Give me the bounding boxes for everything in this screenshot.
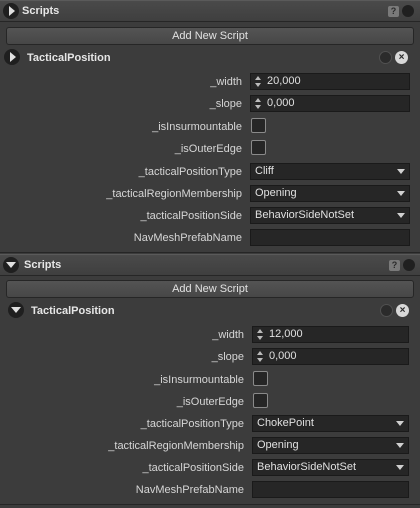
is-outer-edge-label: _isOuterEdge <box>174 143 242 155</box>
width-label: _width <box>210 76 242 88</box>
navmesh-prefab-name-input[interactable] <box>252 481 409 498</box>
add-new-script-button[interactable]: Add New Script <box>6 27 414 45</box>
is-outer-edge-checkbox[interactable] <box>253 393 268 408</box>
tactical-region-membership-label: _tacticalRegionMembership <box>108 440 244 452</box>
component-header[interactable]: TacticalPosition × <box>3 301 417 321</box>
width-input[interactable]: 12,000 <box>252 326 409 343</box>
triangle-right-icon <box>10 52 16 62</box>
is-outer-edge-checkbox[interactable] <box>251 140 266 155</box>
dropdown-arrow-icon <box>396 443 404 448</box>
slope-input[interactable]: 0,000 <box>252 348 409 365</box>
width-input[interactable]: 20,000 <box>250 73 410 90</box>
dropdown-arrow-icon <box>397 169 405 174</box>
stepper-icon[interactable] <box>257 350 263 363</box>
scripts-title: Scripts <box>22 5 60 17</box>
tactical-position-type-label: _tacticalPositionType <box>140 418 244 430</box>
collapse-toggle-button[interactable] <box>3 3 19 19</box>
triangle-down-icon <box>11 307 21 313</box>
is-insurmountable-label: _isInsurmountable <box>154 374 244 386</box>
triangle-down-icon <box>6 262 16 268</box>
component-collapse-button[interactable] <box>8 302 24 318</box>
tactical-position-side-select[interactable]: BehaviorSideNotSet <box>252 459 409 476</box>
panel-menu-icon[interactable] <box>402 5 414 17</box>
slope-label: _slope <box>211 351 244 363</box>
component-header[interactable]: TacticalPosition × <box>3 48 417 68</box>
tactical-position-type-select[interactable]: Cliff <box>250 163 410 180</box>
width-label: _width <box>212 329 244 341</box>
help-icon[interactable]: ? <box>388 6 399 17</box>
dropdown-arrow-icon <box>396 421 404 426</box>
triangle-right-icon <box>9 6 15 16</box>
dropdown-arrow-icon <box>397 191 405 196</box>
enable-toggle-icon[interactable] <box>380 304 393 317</box>
slope-label: _slope <box>209 98 242 110</box>
tactical-region-membership-label: _tacticalRegionMembership <box>106 188 242 200</box>
add-new-script-button[interactable]: Add New Script <box>6 280 414 298</box>
is-insurmountable-label: _isInsurmountable <box>152 121 242 133</box>
panel-divider <box>0 504 420 505</box>
tactical-position-side-label: _tacticalPositionSide <box>140 210 242 222</box>
help-icon[interactable]: ? <box>389 260 400 271</box>
tactical-position-side-select[interactable]: BehaviorSideNotSet <box>250 207 410 224</box>
dropdown-arrow-icon <box>396 465 404 470</box>
tactical-region-membership-select[interactable]: Opening <box>250 185 410 202</box>
component-title: TacticalPosition <box>27 52 111 64</box>
panel-divider <box>0 252 420 253</box>
close-icon[interactable]: × <box>395 51 408 64</box>
panel-menu-icon[interactable] <box>403 259 415 271</box>
slope-input[interactable]: 0,000 <box>250 95 410 112</box>
is-outer-edge-label: _isOuterEdge <box>176 396 244 408</box>
enable-toggle-icon[interactable] <box>379 51 392 64</box>
navmesh-prefab-name-label: NavMeshPrefabName <box>135 484 244 496</box>
stepper-icon[interactable] <box>257 328 263 341</box>
scripts-title: Scripts <box>24 259 62 271</box>
scripts-header[interactable]: Scripts ? <box>0 254 420 276</box>
component-title: TacticalPosition <box>31 305 115 317</box>
tactical-position-type-label: _tacticalPositionType <box>138 166 242 178</box>
is-insurmountable-checkbox[interactable] <box>251 118 266 133</box>
stepper-icon[interactable] <box>255 97 261 110</box>
dropdown-arrow-icon <box>397 213 405 218</box>
tactical-region-membership-select[interactable]: Opening <box>252 437 409 454</box>
scripts-header[interactable]: Scripts ? <box>0 0 420 22</box>
component-collapse-button[interactable] <box>4 49 20 65</box>
navmesh-prefab-name-input[interactable] <box>250 229 410 246</box>
tactical-position-type-select[interactable]: ChokePoint <box>252 415 409 432</box>
is-insurmountable-checkbox[interactable] <box>253 371 268 386</box>
close-icon[interactable]: × <box>396 304 409 317</box>
collapse-toggle-button[interactable] <box>3 257 19 273</box>
tactical-position-side-label: _tacticalPositionSide <box>142 462 244 474</box>
stepper-icon[interactable] <box>255 75 261 88</box>
navmesh-prefab-name-label: NavMeshPrefabName <box>133 232 242 244</box>
